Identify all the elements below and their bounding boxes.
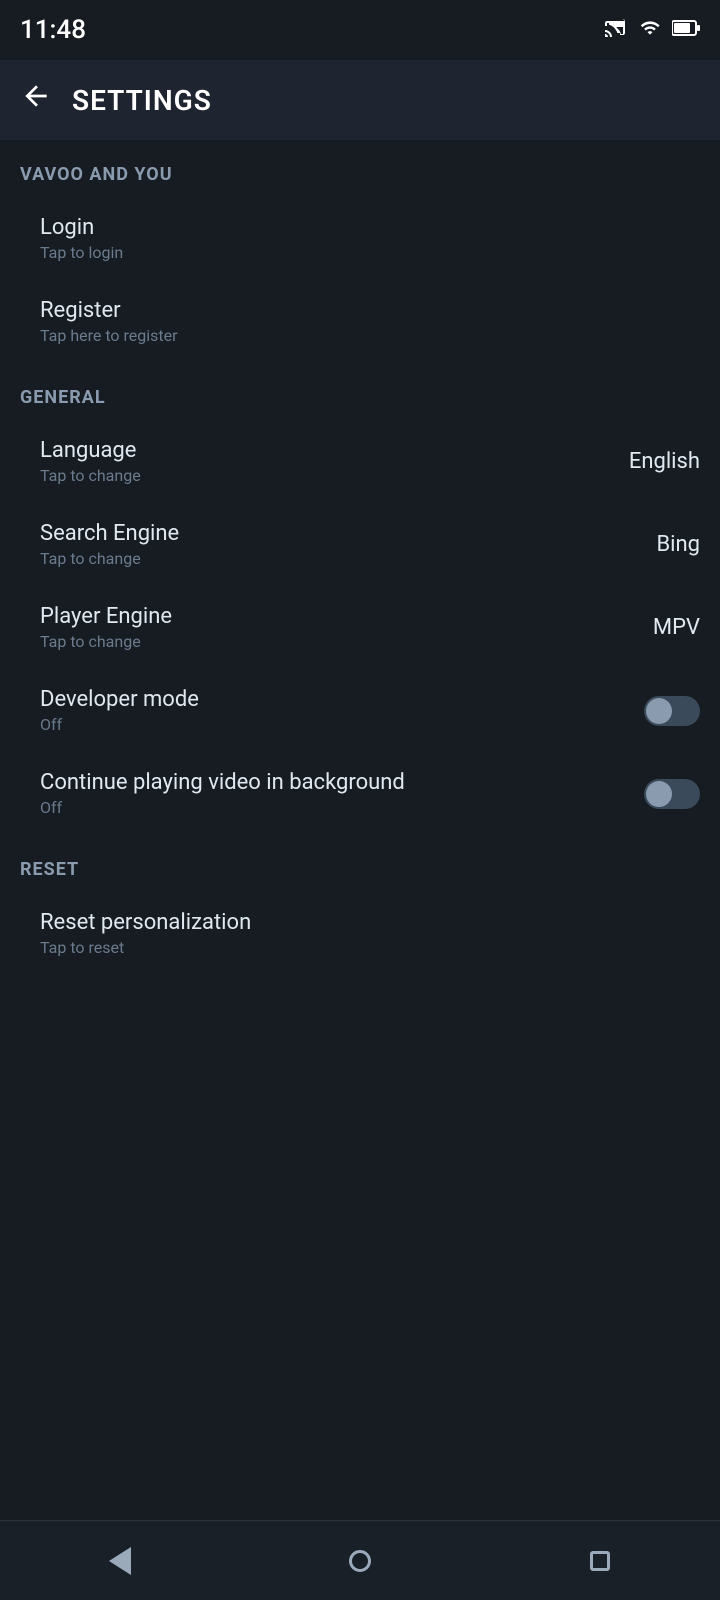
reset-personalization-title: Reset personalization (40, 910, 251, 935)
developer-mode-toggle[interactable] (644, 696, 700, 726)
developer-mode-item[interactable]: Developer mode Off (0, 669, 720, 752)
developer-mode-title: Developer mode (40, 687, 199, 712)
continue-playing-title: Continue playing video in background (40, 770, 405, 795)
language-item[interactable]: Language Tap to change English (0, 420, 720, 503)
nav-back-button[interactable] (95, 1536, 145, 1586)
section-header-general: GENERAL (0, 363, 720, 420)
developer-mode-track (644, 696, 700, 726)
language-title: Language (40, 438, 141, 463)
developer-mode-subtitle: Off (40, 715, 199, 734)
search-engine-subtitle: Tap to change (40, 549, 179, 568)
continue-playing-track (644, 779, 700, 809)
section-header-vavoo: VAVOO AND YOU (0, 140, 720, 197)
register-item-left: Register Tap here to register (40, 298, 178, 345)
nav-back-icon (109, 1547, 131, 1575)
battery-icon (672, 20, 700, 40)
continue-playing-thumb (646, 781, 672, 807)
cast-icon (604, 16, 628, 44)
language-item-left: Language Tap to change (40, 438, 141, 485)
player-engine-subtitle: Tap to change (40, 632, 172, 651)
wifi-icon (638, 18, 662, 42)
continue-playing-item[interactable]: Continue playing video in background Off (0, 752, 720, 835)
nav-home-button[interactable] (335, 1536, 385, 1586)
status-bar: 11:48 (0, 0, 720, 60)
language-value: English (629, 449, 700, 474)
continue-playing-subtitle: Off (40, 798, 405, 817)
bottom-nav (0, 1520, 720, 1600)
developer-mode-thumb (646, 698, 672, 724)
nav-recent-icon (590, 1551, 610, 1571)
page-title: SETTINGS (72, 84, 212, 117)
login-subtitle: Tap to login (40, 243, 123, 262)
login-item-left: Login Tap to login (40, 215, 123, 262)
section-header-reset: RESET (0, 835, 720, 892)
status-time: 11:48 (20, 15, 86, 45)
search-engine-item[interactable]: Search Engine Tap to change Bing (0, 503, 720, 586)
settings-content: VAVOO AND YOU Login Tap to login Registe… (0, 140, 720, 1520)
language-subtitle: Tap to change (40, 466, 141, 485)
reset-personalization-subtitle: Tap to reset (40, 938, 251, 957)
player-engine-item-left: Player Engine Tap to change (40, 604, 172, 651)
developer-mode-item-left: Developer mode Off (40, 687, 199, 734)
register-item[interactable]: Register Tap here to register (0, 280, 720, 363)
search-engine-value: Bing (656, 532, 700, 557)
register-title: Register (40, 298, 178, 323)
continue-playing-toggle[interactable] (644, 779, 700, 809)
nav-home-icon (349, 1550, 371, 1572)
reset-personalization-item[interactable]: Reset personalization Tap to reset (0, 892, 720, 975)
login-item[interactable]: Login Tap to login (0, 197, 720, 280)
reset-personalization-item-left: Reset personalization Tap to reset (40, 910, 251, 957)
continue-playing-item-left: Continue playing video in background Off (40, 770, 405, 817)
player-engine-title: Player Engine (40, 604, 172, 629)
top-bar: SETTINGS (0, 60, 720, 140)
player-engine-value: MPV (653, 615, 700, 640)
nav-recent-button[interactable] (575, 1536, 625, 1586)
register-subtitle: Tap here to register (40, 326, 178, 345)
player-engine-item[interactable]: Player Engine Tap to change MPV (0, 586, 720, 669)
login-title: Login (40, 215, 123, 240)
status-icons (604, 16, 700, 44)
back-button[interactable] (20, 80, 52, 120)
search-engine-item-left: Search Engine Tap to change (40, 521, 179, 568)
search-engine-title: Search Engine (40, 521, 179, 546)
